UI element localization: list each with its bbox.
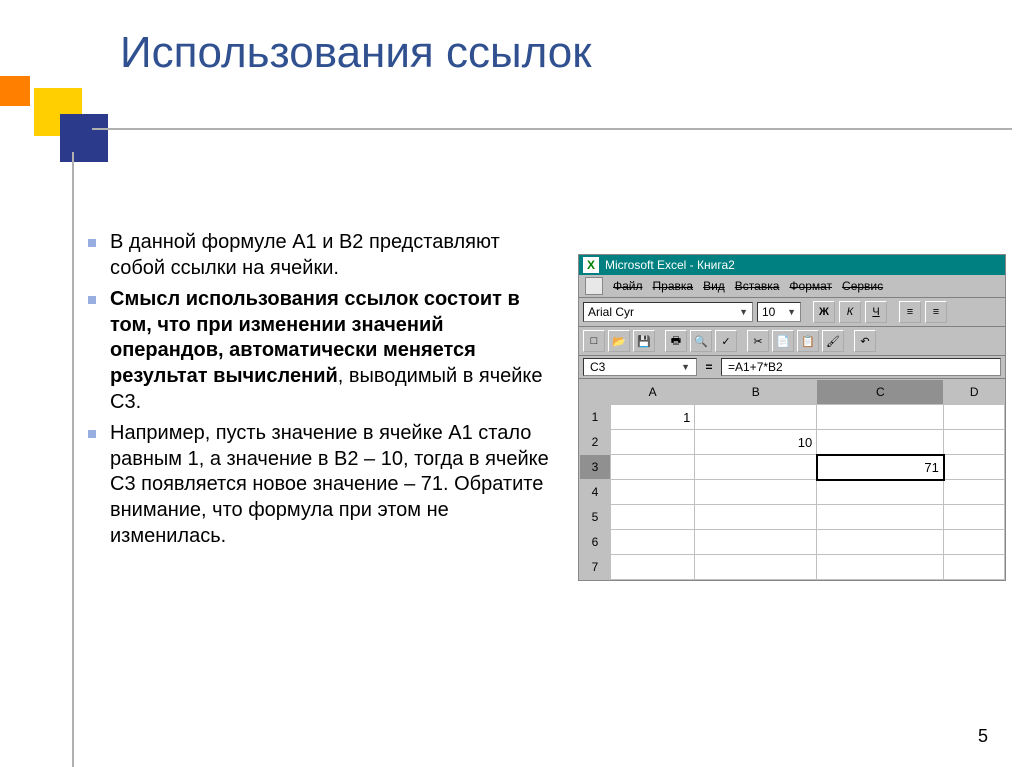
preview-button[interactable]: 🔍 (690, 330, 712, 352)
menu-file[interactable]: Файл (613, 279, 643, 293)
paste-button[interactable]: 📋 (797, 330, 819, 352)
column-header[interactable]: C (817, 380, 944, 405)
cell[interactable] (611, 555, 695, 580)
equals-label: = (697, 360, 721, 374)
formula-value[interactable]: =A1+7*B2 (721, 358, 1001, 376)
name-box-value: C3 (590, 360, 605, 374)
undo-button[interactable]: ↶ (854, 330, 876, 352)
font-size-value: 10 (762, 305, 775, 319)
cell[interactable]: 1 (611, 405, 695, 430)
save-button[interactable]: 💾 (633, 330, 655, 352)
bullet-text: В данной формуле А1 и В2 представляют со… (110, 230, 558, 281)
spreadsheet-grid[interactable]: ABCD 112 10 3 71 4567 (579, 379, 1005, 580)
cell[interactable] (944, 555, 1005, 580)
cell[interactable] (611, 455, 695, 480)
formula-bar: C3 ▼ = =A1+7*B2 (579, 356, 1005, 379)
document-icon (585, 277, 603, 295)
align-center-button[interactable]: ≡ (925, 301, 947, 323)
bullet-text: Например, пусть значение в ячейке А1 ста… (110, 421, 558, 549)
row-header[interactable]: 2 (580, 430, 611, 455)
align-left-button[interactable]: ≡ (899, 301, 921, 323)
cell[interactable] (817, 530, 944, 555)
bullet-item: Например, пусть значение в ячейке А1 ста… (88, 421, 558, 549)
slide-body: В данной формуле А1 и В2 представляют со… (88, 230, 558, 555)
row-header[interactable]: 7 (580, 555, 611, 580)
chevron-down-icon: ▼ (787, 307, 796, 317)
open-button[interactable]: 📂 (608, 330, 630, 352)
bold-button[interactable]: Ж (813, 301, 835, 323)
cell[interactable] (817, 555, 944, 580)
cell[interactable] (611, 530, 695, 555)
row-header[interactable]: 3 (580, 455, 611, 480)
menu-view[interactable]: Вид (703, 279, 725, 293)
decor-square-blue (60, 114, 108, 162)
column-header[interactable]: D (944, 380, 1005, 405)
cell[interactable] (695, 455, 817, 480)
excel-titlebar: X Microsoft Excel - Книга2 (579, 255, 1005, 275)
cell[interactable] (944, 530, 1005, 555)
excel-app-icon: X (583, 257, 599, 273)
font-size-select[interactable]: 10 ▼ (757, 302, 801, 322)
cell[interactable] (817, 480, 944, 505)
spellcheck-button[interactable]: ✓ (715, 330, 737, 352)
chevron-down-icon: ▼ (681, 362, 690, 372)
decor-line-horizontal (92, 128, 1012, 130)
column-header[interactable]: A (611, 380, 695, 405)
row-header[interactable]: 4 (580, 480, 611, 505)
cell[interactable] (695, 405, 817, 430)
italic-button[interactable]: К (839, 301, 861, 323)
name-box[interactable]: C3 ▼ (583, 358, 697, 376)
cell[interactable] (695, 480, 817, 505)
bullet-text: Смысл использования ссылок состоит в том… (110, 287, 558, 415)
cell[interactable] (695, 555, 817, 580)
bullet-marker (88, 239, 96, 247)
cell[interactable] (695, 505, 817, 530)
grid-corner[interactable] (580, 380, 611, 405)
font-toolbar: Arial Cyr ▼ 10 ▼ Ж К Ч ≡ ≡ (579, 298, 1005, 327)
bullet-marker (88, 296, 96, 304)
menu-tools[interactable]: Сервис (842, 279, 883, 293)
cell[interactable]: 71 (817, 455, 944, 480)
cut-button[interactable]: ✂ (747, 330, 769, 352)
cell[interactable] (817, 505, 944, 530)
cell[interactable] (817, 430, 944, 455)
bullet-item: В данной формуле А1 и В2 представляют со… (88, 230, 558, 281)
cell[interactable]: 10 (695, 430, 817, 455)
cell[interactable] (944, 505, 1005, 530)
format-painter-button[interactable]: 🖌 (822, 330, 844, 352)
copy-button[interactable]: 📄 (772, 330, 794, 352)
row-header[interactable]: 5 (580, 505, 611, 530)
menu-format[interactable]: Формат (789, 279, 832, 293)
slide-number: 5 (978, 726, 988, 747)
new-button[interactable]: □ (583, 330, 605, 352)
cell[interactable] (944, 405, 1005, 430)
decor-square-orange (0, 76, 30, 106)
cell[interactable] (611, 480, 695, 505)
decor-line-vertical (72, 152, 74, 767)
bullet-item: Смысл использования ссылок состоит в том… (88, 287, 558, 415)
excel-window: X Microsoft Excel - Книга2 Файл Правка В… (578, 254, 1006, 581)
excel-menubar: Файл Правка Вид Вставка Формат Сервис (579, 275, 1005, 298)
excel-title-text: Microsoft Excel - Книга2 (605, 258, 735, 272)
cell[interactable] (611, 505, 695, 530)
font-name-value: Arial Cyr (588, 305, 634, 319)
standard-toolbar: □ 📂 💾 🖶 🔍 ✓ ✂ 📄 📋 🖌 ↶ (579, 327, 1005, 356)
cell[interactable] (695, 530, 817, 555)
print-button[interactable]: 🖶 (665, 330, 687, 352)
column-header[interactable]: B (695, 380, 817, 405)
row-header[interactable]: 6 (580, 530, 611, 555)
cell[interactable] (611, 430, 695, 455)
underline-button[interactable]: Ч (865, 301, 887, 323)
bullet-marker (88, 430, 96, 438)
font-name-select[interactable]: Arial Cyr ▼ (583, 302, 753, 322)
cell[interactable] (817, 405, 944, 430)
slide-title: Использования ссылок (120, 28, 592, 78)
menu-insert[interactable]: Вставка (735, 279, 780, 293)
cell[interactable] (944, 455, 1005, 480)
chevron-down-icon: ▼ (739, 307, 748, 317)
menu-edit[interactable]: Правка (653, 279, 694, 293)
cell[interactable] (944, 430, 1005, 455)
row-header[interactable]: 1 (580, 405, 611, 430)
cell[interactable] (944, 480, 1005, 505)
